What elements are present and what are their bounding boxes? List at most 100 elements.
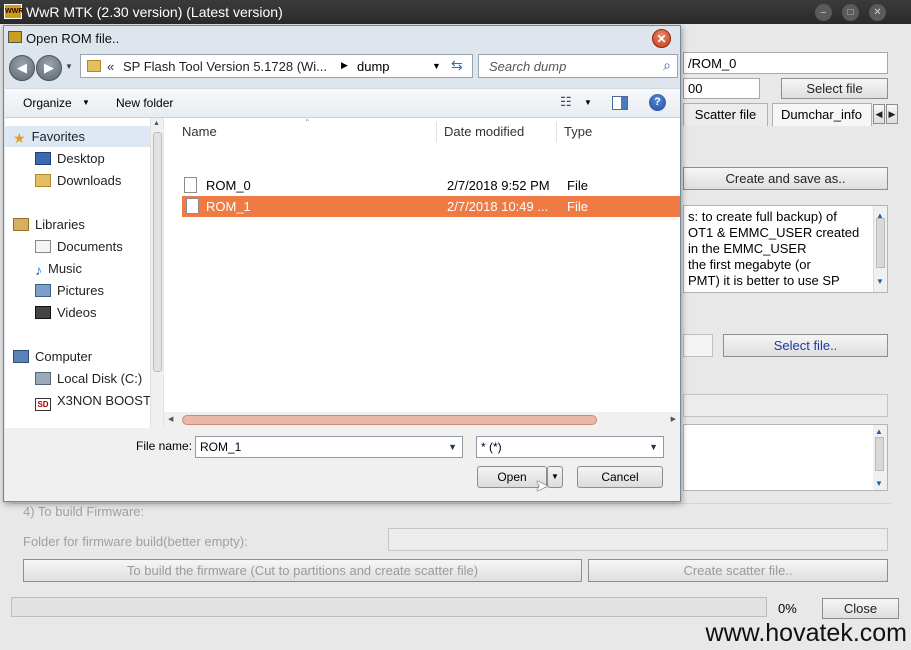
info-textbox: s: to create full backup) of OT1 & EMMC_… [683, 205, 888, 293]
file-icon [184, 177, 197, 193]
pictures-icon [35, 284, 51, 297]
forward-arrow-icon[interactable]: ▶ [36, 55, 62, 81]
organize-dropdown-icon[interactable]: ▼ [82, 98, 90, 107]
info-line: OT1 & EMMC_USER created [688, 225, 860, 240]
address-bar[interactable]: « SP Flash Tool Version 5.1728 (Wi... ▶ … [80, 54, 473, 78]
tab-scroll-right-icon[interactable]: ▶ [886, 104, 898, 124]
file-name-dropdown-icon[interactable]: ▼ [448, 437, 457, 457]
sidebar-scrollbar[interactable]: ▲ [150, 118, 163, 436]
sidebar-label: X3NON BOOST [57, 393, 151, 408]
star-icon: ★ [13, 130, 26, 146]
sort-arrow-icon: ⌃ [304, 118, 311, 127]
refresh-icon[interactable]: ⇆ [451, 57, 463, 74]
file-type-filter[interactable]: * (*) ▼ [476, 436, 664, 458]
sidebar-item-computer[interactable]: Computer [13, 347, 92, 367]
file-list-hscrollbar[interactable]: ◀ ▶ [164, 412, 680, 428]
sidebar-item-downloads[interactable]: Downloads [35, 171, 121, 191]
search-input[interactable]: Search dump ⌕ [478, 54, 678, 78]
music-icon: ♪ [35, 262, 42, 278]
sidebar-item-x3non-boost[interactable]: SD X3NON BOOST [35, 391, 151, 411]
column-divider[interactable] [556, 122, 557, 142]
view-dropdown-icon[interactable]: ▼ [584, 98, 592, 107]
column-header-date[interactable]: Date modified [444, 124, 524, 139]
dialog-title-bar: Open ROM file.. ✕ [4, 26, 680, 52]
sd-card-icon: SD [35, 398, 51, 411]
tab-scroll-left-icon[interactable]: ◀ [873, 104, 885, 124]
breadcrumb-item[interactable]: SP Flash Tool Version 5.1728 (Wi... [123, 59, 327, 74]
dialog-close-icon[interactable]: ✕ [652, 29, 671, 48]
preview-pane-icon[interactable] [612, 96, 628, 110]
sidebar-label: Local Disk (C:) [57, 371, 143, 386]
recent-locations-icon[interactable]: ▼ [65, 62, 73, 71]
sidebar-item-local-disk[interactable]: Local Disk (C:) [35, 369, 142, 389]
app-logo-icon: WWR [4, 4, 23, 19]
log-textbox: ▲ ▼ [683, 424, 888, 491]
info-line: the first megabyte (or [688, 257, 811, 272]
file-type: File [567, 178, 588, 193]
file-name-value: ROM_1 [200, 440, 242, 454]
main-title-bar: WWR WwR MTK (2.30 version) (Latest versi… [0, 0, 911, 24]
column-divider[interactable] [436, 122, 437, 142]
computer-icon [13, 350, 29, 363]
file-path-field[interactable] [683, 334, 713, 357]
downloads-icon [35, 174, 51, 187]
back-arrow-icon[interactable]: ◀ [9, 55, 35, 81]
column-header-name[interactable]: Name [182, 124, 217, 139]
sidebar-item-documents[interactable]: Documents [35, 237, 123, 257]
documents-icon [35, 240, 51, 253]
dialog-footer: File name: ROM_1 ▼ * (*) ▼ Open ▼ Cancel… [5, 428, 680, 501]
file-name-input[interactable]: ROM_1 ▼ [195, 436, 463, 458]
size-field[interactable]: 00 [683, 78, 760, 99]
organize-button[interactable]: Organize [23, 96, 72, 110]
firmware-folder-field[interactable] [388, 528, 888, 551]
open-split-dropdown-icon[interactable]: ▼ [547, 466, 563, 488]
videos-icon [35, 306, 51, 319]
progress-bar [11, 597, 767, 617]
sidebar-item-music[interactable]: ♪ Music [35, 259, 82, 279]
select-file2-button[interactable]: Select file.. [723, 334, 888, 357]
new-folder-button[interactable]: New folder [116, 96, 173, 110]
dialog-app-icon [8, 31, 22, 43]
sidebar-item-desktop[interactable]: Desktop [35, 149, 105, 169]
sidebar-item-videos[interactable]: Videos [35, 303, 97, 323]
info-scrollbar[interactable]: ▲ ▼ [873, 206, 887, 292]
close-button[interactable]: Close [822, 598, 899, 619]
file-row-rom-1[interactable]: ROM_1 2/7/2018 10:49 ... File [182, 196, 680, 217]
cancel-button[interactable]: Cancel [577, 466, 663, 488]
filter-value: * (*) [481, 440, 502, 454]
file-row-rom-0[interactable]: ROM_0 2/7/2018 9:52 PM File [178, 175, 678, 196]
create-scatter-button[interactable]: Create scatter file.. [588, 559, 888, 582]
column-header-type[interactable]: Type [564, 124, 592, 139]
tab-dumchar-info[interactable]: Dumchar_info [772, 103, 872, 126]
view-options-icon[interactable]: ☷ [560, 94, 572, 110]
close-window-icon[interactable]: ✕ [869, 4, 886, 21]
sidebar-label: Libraries [35, 217, 85, 232]
sidebar-label: Pictures [57, 283, 104, 298]
file-name: ROM_0 [206, 178, 251, 193]
help-icon[interactable]: ? [649, 94, 666, 111]
sidebar-label: Desktop [57, 151, 105, 166]
build-firmware-button[interactable]: To build the firmware (Cut to partitions… [23, 559, 582, 582]
sidebar-item-libraries[interactable]: Libraries [13, 215, 85, 235]
sidebar-item-pictures[interactable]: Pictures [35, 281, 104, 301]
info-line: PMT) it is better to use SP [688, 273, 840, 288]
breadcrumb-separator-icon[interactable]: ▶ [341, 60, 348, 71]
disabled-field[interactable] [683, 394, 888, 417]
file-list: Name ⌃ Date modified Type ROM_0 2/7/2018… [164, 118, 680, 436]
maximize-icon[interactable]: □ [842, 4, 859, 21]
tab-scatter-file[interactable]: Scatter file [683, 103, 768, 126]
search-icon[interactable]: ⌕ [663, 57, 671, 74]
create-save-button[interactable]: Create and save as.. [683, 167, 888, 190]
libraries-icon [13, 218, 29, 231]
log-scrollbar[interactable]: ▲ ▼ [873, 425, 887, 490]
address-dropdown-icon[interactable]: ▼ [432, 61, 441, 71]
breadcrumb-item[interactable]: dump [357, 59, 390, 74]
minimize-icon[interactable]: – [815, 4, 832, 21]
file-icon [186, 198, 199, 214]
rom-path-field[interactable]: /ROM_0 [683, 52, 888, 74]
filter-dropdown-icon[interactable]: ▼ [649, 437, 658, 457]
sidebar-item-favorites[interactable]: ★ Favorites [13, 127, 85, 147]
file-date: 2/7/2018 9:52 PM [447, 178, 550, 193]
select-file-button[interactable]: Select file [781, 78, 888, 99]
mouse-cursor-icon: ➤ [535, 478, 549, 495]
